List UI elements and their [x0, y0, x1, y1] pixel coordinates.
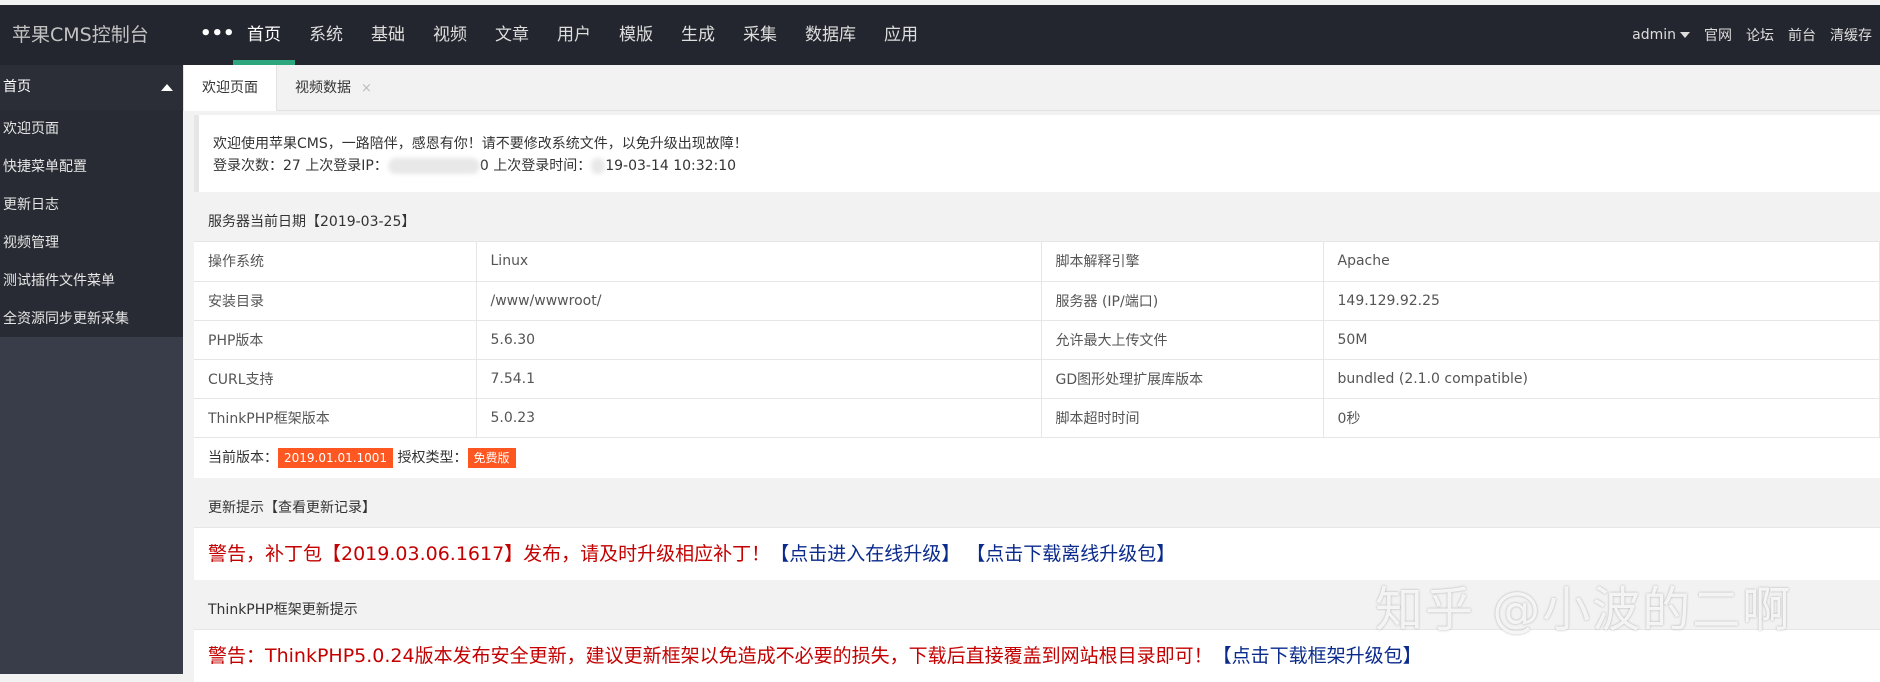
table-cell-value: 50M: [1323, 320, 1880, 360]
nav-item-article[interactable]: 文章: [481, 5, 543, 65]
more-menu-icon[interactable]: •••: [200, 5, 235, 65]
patch-warning-text: 警告，补丁包【2019.03.06.1617】发布，请及时升级相应补丁！: [208, 542, 771, 565]
link-frontend[interactable]: 前台: [1788, 25, 1816, 45]
update-panel: 更新提示【查看更新记录】 警告，补丁包【2019.03.06.1617】发布，请…: [194, 487, 1880, 580]
page-tabs: 欢迎页面 视频数据 ×: [183, 65, 1880, 111]
username: admin: [1632, 27, 1676, 43]
table-cell-value: /www/wwwroot/: [476, 281, 1042, 321]
table-row: CURL支持 7.54.1 GD图形处理扩展库版本 bundled (2.1.0 co…: [194, 359, 1880, 399]
sidebar-section-label: 首页: [3, 79, 31, 95]
table-cell-value: 5.6.30: [476, 320, 1042, 360]
version-label: 当前版本：: [208, 449, 278, 466]
server-info-panel: 服务器当前日期【2019-03-25】 操作系统 Linux 脚本解释引擎 Apach…: [194, 202, 1880, 478]
server-date-heading: 服务器当前日期【2019-03-25】: [194, 202, 1880, 242]
nav-item-collect[interactable]: 采集: [729, 5, 791, 65]
redacted-ip: [387, 158, 480, 174]
chevron-up-icon: [161, 84, 173, 91]
sidebar-item-shortcut-config[interactable]: 快捷菜单配置: [0, 148, 183, 186]
last-login-time-label: 上次登录时间：: [488, 158, 592, 174]
license-label: 授权类型：: [397, 449, 468, 466]
table-row: PHP版本 5.6.30 允许最大上传文件 50M: [194, 320, 1880, 360]
login-count: 登录次数：27 上次登录IP：: [213, 158, 388, 174]
table-cell-value: bundled (2.1.0 compatible): [1323, 359, 1880, 399]
nav-item-apps[interactable]: 应用: [870, 5, 932, 65]
table-cell-value: 5.0.23: [476, 398, 1042, 438]
table-cell-label: 脚本解释引擎: [1041, 242, 1324, 282]
main-nav: 首页 系统 基础 视频 文章 用户 模版 生成 采集 数据库 应用: [233, 5, 932, 65]
table-cell-label: ThinkPHP框架版本: [194, 398, 477, 438]
table-cell-label: 允许最大上传文件: [1041, 320, 1324, 360]
close-icon[interactable]: ×: [361, 81, 372, 96]
table-row: 操作系统 Linux 脚本解释引擎 Apache: [194, 242, 1880, 282]
license-badge: 免费版: [467, 447, 516, 468]
table-cell-label: 脚本超时时间: [1041, 398, 1324, 438]
app-title: 苹果CMS控制台: [12, 24, 149, 46]
table-cell-value: 7.54.1: [476, 359, 1042, 399]
link-forum[interactable]: 论坛: [1746, 25, 1774, 45]
table-cell-value: Linux: [476, 242, 1042, 282]
login-info: 登录次数：27 上次登录IP： 0 上次登录时间： 19-03-14 10:32:1…: [213, 155, 1880, 177]
tab-welcome[interactable]: 欢迎页面: [183, 65, 277, 111]
offline-package-link[interactable]: 【点击下载离线升级包】: [966, 543, 1175, 565]
online-upgrade-link[interactable]: 【点击进入在线升级】: [770, 543, 960, 565]
welcome-box: 欢迎使用苹果CMS，一路陪伴，感恩有你！请不要修改系统文件，以免升级出现故障！ …: [194, 115, 1880, 192]
table-cell-value: 0秒: [1323, 398, 1880, 438]
table-row: 安装目录/www/wwwroot/服务器 (IP/端口) 149.129.92.2…: [194, 281, 1880, 321]
sidebar: 首页 欢迎页面 快捷菜单配置 更新日志 视频管理 测试插件文件菜单 全资源同步更…: [0, 65, 183, 674]
version-info: 当前版本： 2019.01.01.1001 授权类型： 免费版: [194, 438, 1880, 478]
sidebar-item-test-plugin[interactable]: 测试插件文件菜单: [0, 262, 183, 300]
sidebar-item-welcome[interactable]: 欢迎页面: [0, 110, 183, 148]
table-cell-label: 操作系统: [194, 242, 477, 282]
clear-cache-link[interactable]: 清缓存: [1830, 25, 1872, 45]
user-menu[interactable]: admin: [1632, 27, 1690, 43]
link-official-site[interactable]: 官网: [1704, 25, 1732, 45]
sidebar-item-video-manage[interactable]: 视频管理: [0, 224, 183, 262]
nav-item-database[interactable]: 数据库: [791, 5, 870, 65]
sidebar-item-sync-collect[interactable]: 全资源同步更新采集: [0, 300, 183, 338]
nav-item-basic[interactable]: 基础: [357, 5, 419, 65]
top-right-links: admin 官网 论坛 前台 清缓存: [1618, 5, 1872, 65]
tab-video-data[interactable]: 视频数据 ×: [277, 65, 390, 111]
version-badge: 2019.01.01.1001: [278, 447, 394, 468]
redacted-year: [591, 158, 606, 174]
table-cell-label: 安装目录: [194, 281, 477, 321]
sidebar-menu: 欢迎页面 快捷菜单配置 更新日志 视频管理 测试插件文件菜单 全资源同步更新采集: [0, 110, 183, 337]
table-row: ThinkPHP框架版本 5.0.23 脚本超时时间 0秒: [194, 398, 1880, 438]
framework-warning-text: 警告：ThinkPHP5.0.24版本发布安全更新，建议更新框架以免造成不必要的…: [208, 644, 1213, 667]
table-cell-label: PHP版本: [194, 320, 477, 360]
server-info-table: 操作系统 Linux 脚本解释引擎 Apache 安装目录/www/wwwroot/服务…: [194, 242, 1880, 438]
update-heading[interactable]: 更新提示【查看更新记录】: [194, 487, 1880, 528]
nav-item-home[interactable]: 首页: [233, 5, 295, 65]
sidebar-item-changelog[interactable]: 更新日志: [0, 186, 183, 224]
last-login-time: 19-03-14 10:32:10: [605, 158, 737, 174]
last-ip-tail: 0: [479, 158, 489, 174]
table-cell-label: CURL支持: [194, 359, 477, 399]
tab-label: 视频数据: [295, 80, 351, 96]
chevron-down-icon: [1680, 32, 1690, 38]
top-navbar: 苹果CMS控制台 ••• 首页 系统 基础 视频 文章 用户 模版 生成 采集 …: [0, 5, 1880, 65]
nav-item-video[interactable]: 视频: [419, 5, 481, 65]
table-cell-value: Apache: [1323, 242, 1880, 282]
watermark: 知乎 @小波的二啊: [1375, 582, 1793, 638]
welcome-message: 欢迎使用苹果CMS，一路陪伴，感恩有你！请不要修改系统文件，以免升级出现故障！: [213, 136, 748, 152]
framework-download-link[interactable]: 【点击下载框架升级包】: [1213, 645, 1422, 667]
table-cell-label: GD图形处理扩展库版本: [1041, 359, 1324, 399]
nav-item-generate[interactable]: 生成: [667, 5, 729, 65]
table-cell-label: 服务器 (IP/端口): [1041, 281, 1324, 321]
nav-item-system[interactable]: 系统: [295, 5, 357, 65]
nav-item-template[interactable]: 模版: [605, 5, 667, 65]
table-cell-value: 149.129.92.25: [1323, 281, 1880, 321]
sidebar-section-home[interactable]: 首页: [0, 65, 183, 110]
nav-item-user[interactable]: 用户: [543, 5, 605, 65]
